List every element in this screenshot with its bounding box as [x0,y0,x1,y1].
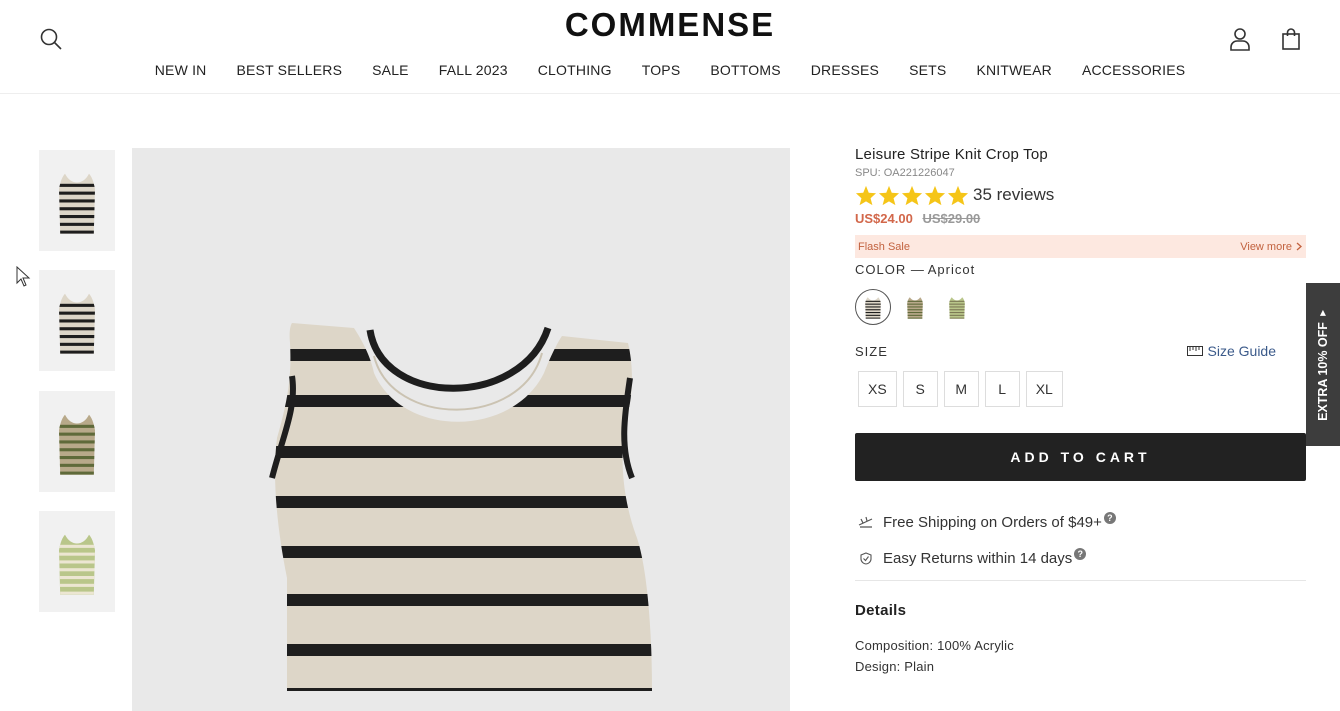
product-thumbnail[interactable] [39,150,115,251]
size-xl-button[interactable]: XL [1025,371,1063,407]
nav-bottoms[interactable]: BOTTOMS [710,62,780,78]
product-title: Leisure Stripe Knit Crop Top [855,146,1048,163]
product-thumbnail[interactable] [39,270,115,371]
extra-discount-tab[interactable]: EXTRA 10% OFF [1306,283,1340,446]
size-s-button[interactable]: S [902,371,938,407]
size-guide-link[interactable]: Size Guide [1186,343,1276,359]
rating-summary[interactable]: 35 reviews [855,183,1306,207]
star-icon [878,185,900,205]
divider [855,580,1306,581]
easy-returns-text: Easy Returns within 14 days [883,549,1073,567]
nav-dresses[interactable]: DRESSES [811,62,879,78]
color-swatch-apricot[interactable] [855,289,891,325]
product-thumbnail[interactable] [39,391,115,492]
design-line: Design: Plain [855,659,1306,674]
ruler-icon [1186,346,1203,356]
add-to-cart-button[interactable]: ADD TO CART [855,433,1306,481]
details-heading: Details [855,602,907,619]
size-header: SIZE Size Guide [855,343,1306,359]
easy-returns-perk: Easy Returns within 14 days ? [855,548,1306,568]
main-product-image[interactable] [132,148,790,711]
shopping-bag-icon[interactable] [1278,26,1304,52]
size-guide-label: Size Guide [1207,343,1276,359]
product-info-panel: Leisure Stripe Knit Crop Top SPU: OA2212… [855,146,1306,674]
size-label: SIZE [855,343,888,359]
color-label: COLOR [855,262,907,277]
star-rating [855,185,969,206]
airplane-icon [857,516,875,528]
size-m-button[interactable]: M [943,371,979,407]
extra-discount-label: EXTRA 10% OFF [1316,321,1331,421]
nav-fall-2023[interactable]: FALL 2023 [439,62,508,78]
shield-check-icon [857,551,875,565]
size-l-button[interactable]: L [984,371,1020,407]
review-count-link[interactable]: 35 reviews [973,185,1054,205]
user-icon[interactable] [1227,26,1253,52]
star-icon [901,185,923,205]
color-swatch-khaki[interactable] [897,289,933,325]
composition-label: Composition: [855,638,934,653]
product-spu: SPU: OA221226047 [855,167,955,179]
design-label: Design: [855,659,901,674]
help-icon[interactable]: ? [1074,548,1087,560]
color-separator: — [910,262,924,277]
triangle-icon [1320,309,1327,316]
mouse-cursor-icon [16,266,31,287]
color-selector-label: COLOR — Apricot [855,262,1306,277]
product-thumbnail[interactable] [39,511,115,612]
color-swatches [855,289,1306,325]
nav-tops[interactable]: TOPS [642,62,681,78]
nav-best-sellers[interactable]: BEST SELLERS [236,62,342,78]
design-value: Plain [904,659,935,674]
flash-sale-banner: Flash Sale View more [855,235,1306,258]
free-shipping-text: Free Shipping on Orders of $49+ [883,513,1102,531]
site-header: COMMENSE NEW IN BEST SELLERS SALE FALL 2… [0,0,1340,94]
free-shipping-perk: Free Shipping on Orders of $49+ ? [855,512,1306,532]
view-more-label: View more [1240,240,1292,253]
nav-clothing[interactable]: CLOTHING [538,62,612,78]
star-icon [924,185,946,205]
view-more-link[interactable]: View more [1240,241,1302,253]
selected-color: Apricot [927,262,976,277]
original-price: US$29.00 [922,211,981,226]
nav-new-in[interactable]: NEW IN [155,62,207,78]
help-icon[interactable]: ? [1103,512,1116,524]
nav-sets[interactable]: SETS [909,62,946,78]
composition-line: Composition: 100% Acrylic [855,638,1306,653]
color-swatch-green[interactable] [939,289,975,325]
star-icon [947,185,969,205]
star-icon [855,185,877,205]
nav-knitwear[interactable]: KNITWEAR [976,62,1052,78]
flash-sale-label: Flash Sale [858,240,910,253]
size-xs-button[interactable]: XS [858,371,897,407]
nav-sale[interactable]: SALE [372,62,409,78]
composition-value: 100% Acrylic [937,638,1014,653]
nav-accessories[interactable]: ACCESSORIES [1082,62,1185,78]
chevron-right-icon [1296,242,1302,251]
brand-logo[interactable]: COMMENSE [0,6,1340,44]
main-nav: NEW IN BEST SELLERS SALE FALL 2023 CLOTH… [0,62,1340,78]
sale-price: US$24.00 [855,211,913,226]
price-block: US$24.00 US$29.00 [855,211,1306,226]
size-options: XS S M L XL [858,371,1306,407]
